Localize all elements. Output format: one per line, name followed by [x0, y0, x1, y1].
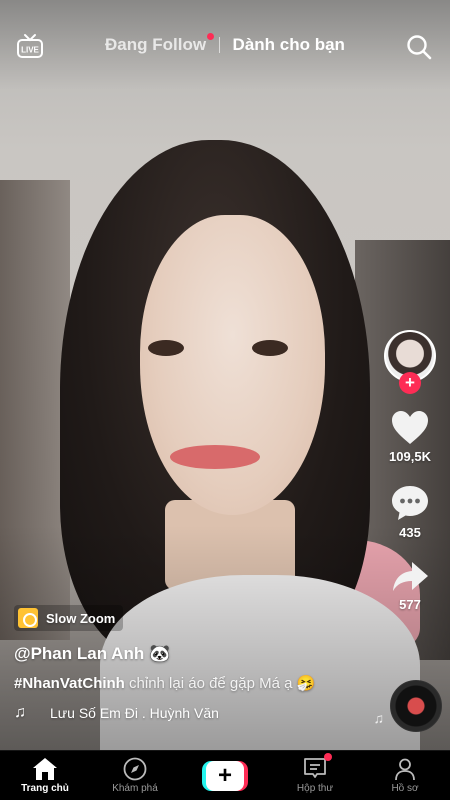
tab-following-label: Đang Follow: [105, 34, 207, 54]
video-caption: #NhanVatChinh chỉnh lại áo để gặp Má ạ 🤧: [14, 674, 374, 692]
creator-username[interactable]: @Phan Lan Anh 🐼: [14, 644, 374, 664]
comment-count: 435: [399, 525, 421, 540]
comment-icon: [392, 486, 428, 520]
nav-profile[interactable]: Hồ sơ: [360, 757, 450, 794]
follow-plus-icon[interactable]: +: [399, 372, 421, 394]
nav-discover-label: Khám phá: [112, 783, 158, 794]
home-icon: [33, 758, 57, 780]
effect-label: Slow Zoom: [46, 610, 116, 626]
inbox-message-icon: [304, 758, 326, 778]
music-title: Lưu Số Em Đi . Huỳnh Văn: [50, 705, 219, 721]
hashtag-link[interactable]: #NhanVatChinh: [14, 675, 125, 692]
floating-music-note-icon: ♫: [373, 710, 385, 726]
bottom-nav: Trang chủ Khám phá + Hộp thư Hồ sơ: [0, 750, 450, 800]
like-count: 109,5K: [389, 449, 431, 464]
plus-icon: +: [206, 760, 244, 791]
tab-following[interactable]: Đang Follow: [105, 32, 215, 55]
share-arrow-icon: [393, 562, 428, 591]
profile-person-icon: [395, 758, 415, 781]
heart-icon: [392, 411, 428, 444]
nav-create[interactable]: +: [180, 760, 270, 791]
music-info[interactable]: ♫ Lưu Số Em Đi . Huỳnh Văn: [14, 704, 374, 722]
nav-discover[interactable]: Khám phá: [90, 757, 180, 794]
music-note-icon: ♫: [14, 704, 26, 721]
search-icon[interactable]: [406, 34, 432, 60]
music-disc-icon[interactable]: [390, 680, 442, 732]
action-rail: + 109,5K 435 577: [376, 330, 444, 612]
feed-tabs: Đang Follow Dành cho bạn: [0, 32, 450, 55]
caption-text: chỉnh lại áo để gặp Má ạ 🤧: [124, 675, 316, 692]
compass-icon: [123, 757, 147, 781]
notification-dot: [207, 32, 215, 40]
effect-sparkle-icon: [18, 608, 38, 628]
nav-profile-label: Hồ sơ: [391, 783, 419, 794]
tab-for-you-label: Dành cho bạn: [232, 34, 345, 54]
nav-home[interactable]: Trang chủ: [0, 757, 90, 794]
like-button[interactable]: 109,5K: [376, 410, 444, 464]
create-button[interactable]: +: [202, 760, 248, 791]
nav-home-label: Trang chủ: [21, 783, 69, 794]
inbox-notification-dot: [324, 753, 332, 761]
share-count: 577: [399, 597, 421, 612]
video-info: Slow Zoom @Phan Lan Anh 🐼 #NhanVatChinh …: [14, 605, 374, 722]
share-button[interactable]: 577: [376, 560, 444, 612]
effect-tag[interactable]: Slow Zoom: [14, 605, 124, 631]
nav-inbox[interactable]: Hộp thư: [270, 753, 360, 794]
top-bar: LIVE Đang Follow Dành cho bạn: [0, 30, 450, 64]
creator-avatar-wrapper[interactable]: +: [384, 330, 436, 394]
comment-button[interactable]: 435: [376, 484, 444, 540]
tab-divider: [218, 36, 220, 53]
nav-inbox-label: Hộp thư: [296, 783, 334, 794]
tab-for-you[interactable]: Dành cho bạn: [233, 35, 345, 55]
